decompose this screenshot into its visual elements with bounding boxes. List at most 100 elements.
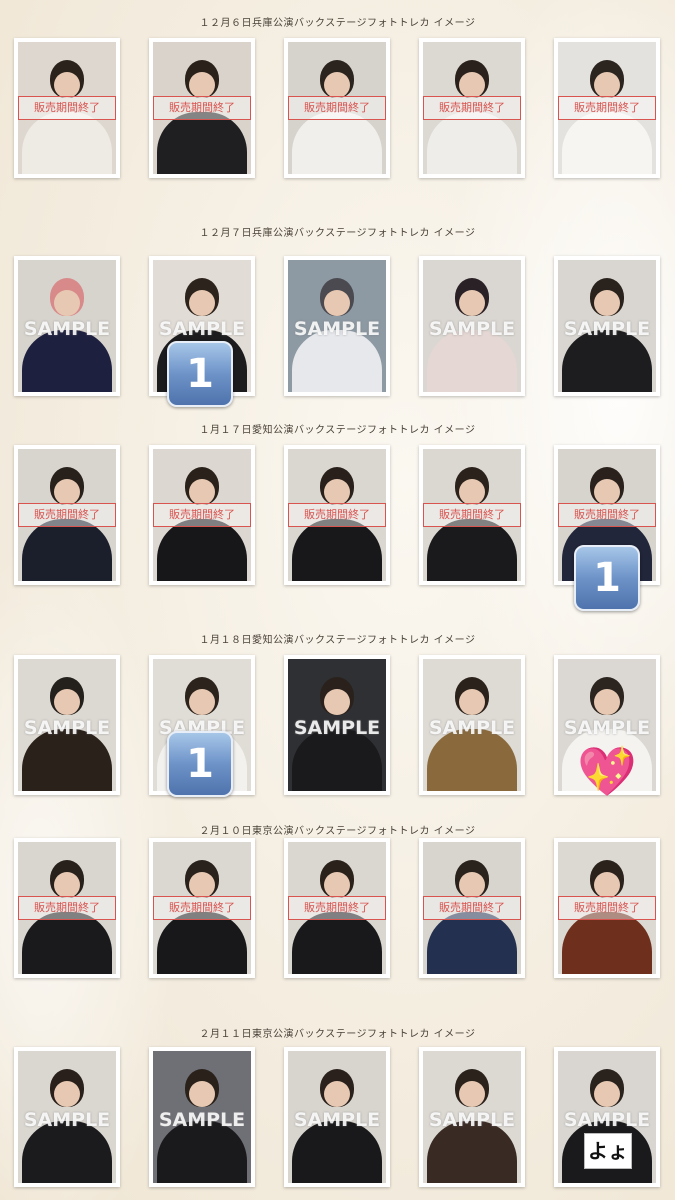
photo-card[interactable]: SAMPLE	[419, 655, 525, 795]
photo-card[interactable]: 販売期間終了	[284, 38, 390, 178]
sold-out-stamp: 販売期間終了	[18, 503, 116, 527]
person-face	[594, 689, 620, 715]
section-title: ２月１０日東京公演バックステージフォトトレカ イメージ	[199, 826, 476, 837]
person-face	[594, 72, 620, 98]
sold-out-stamp: 販売期間終了	[153, 896, 251, 920]
sold-out-stamp: 販売期間終了	[558, 503, 656, 527]
person-face	[189, 689, 215, 715]
person-face	[459, 1081, 485, 1107]
person-face	[594, 1081, 620, 1107]
keycap-one-emoji-icon: 1	[167, 731, 233, 797]
person-face	[594, 479, 620, 505]
section-title: １２月６日兵庫公演バックステージフォトトレカ イメージ	[199, 18, 476, 29]
sample-watermark: SAMPLE	[293, 717, 381, 739]
handwritten-sign: よょ	[584, 1133, 632, 1169]
person-body	[562, 112, 652, 174]
person-body	[157, 112, 247, 174]
person-body	[22, 519, 112, 581]
person-face	[594, 872, 620, 898]
person-face	[54, 290, 80, 316]
photo-card[interactable]: SAMPLE	[554, 256, 660, 396]
sold-out-stamp: 販売期間終了	[288, 503, 386, 527]
person-face	[54, 72, 80, 98]
person-face	[459, 290, 485, 316]
sample-watermark: SAMPLE	[23, 717, 111, 739]
section-title: １月１７日愛知公演バックステージフォトトレカ イメージ	[199, 425, 476, 436]
person-face	[189, 72, 215, 98]
sample-watermark: SAMPLE	[158, 318, 246, 340]
photo-card[interactable]: 販売期間終了	[554, 38, 660, 178]
sold-out-stamp: 販売期間終了	[153, 96, 251, 120]
sold-out-stamp: 販売期間終了	[18, 896, 116, 920]
person-face	[459, 689, 485, 715]
sold-out-stamp: 販売期間終了	[423, 896, 521, 920]
sample-watermark: SAMPLE	[563, 1109, 651, 1131]
photo-card[interactable]: SAMPLE	[149, 1047, 255, 1187]
person-face	[594, 290, 620, 316]
photo-card[interactable]: よょ SAMPLE	[554, 1047, 660, 1187]
person-face	[54, 689, 80, 715]
person-face	[189, 1081, 215, 1107]
sold-out-stamp: 販売期間終了	[558, 96, 656, 120]
person-face	[324, 1081, 350, 1107]
section-title: ２月１１日東京公演バックステージフォトトレカ イメージ	[199, 1029, 476, 1040]
photo-card[interactable]: 販売期間終了	[284, 445, 390, 585]
photo-card[interactable]: SAMPLE	[284, 655, 390, 795]
sold-out-stamp: 販売期間終了	[423, 96, 521, 120]
photo-card[interactable]: SAMPLE	[284, 256, 390, 396]
photo-card[interactable]: 販売期間終了	[14, 445, 120, 585]
sold-out-stamp: 販売期間終了	[18, 96, 116, 120]
person-body	[22, 912, 112, 974]
person-face	[324, 479, 350, 505]
sparkling-heart-icon: 💖	[577, 744, 637, 800]
photo-card[interactable]: SAMPLE	[14, 256, 120, 396]
section-title: １２月７日兵庫公演バックステージフォトトレカ イメージ	[199, 228, 476, 239]
sold-out-stamp: 販売期間終了	[288, 896, 386, 920]
person-body	[157, 519, 247, 581]
person-face	[54, 479, 80, 505]
photo-card[interactable]: SAMPLE	[14, 655, 120, 795]
photo-card[interactable]: 販売期間終了	[149, 445, 255, 585]
person-body	[562, 912, 652, 974]
photo-card[interactable]: 販売期間終了	[419, 38, 525, 178]
keycap-one-emoji-icon: 1	[167, 341, 233, 407]
photo-card[interactable]: SAMPLE	[419, 256, 525, 396]
section-title: １月１８日愛知公演バックステージフォトトレカ イメージ	[199, 635, 476, 646]
sample-watermark: SAMPLE	[428, 318, 516, 340]
person-body	[427, 519, 517, 581]
sample-watermark: SAMPLE	[563, 318, 651, 340]
sample-watermark: SAMPLE	[23, 1109, 111, 1131]
sample-watermark: SAMPLE	[158, 1109, 246, 1131]
photo-card[interactable]: 販売期間終了	[419, 445, 525, 585]
photo-card[interactable]: 販売期間終了	[554, 838, 660, 978]
person-face	[324, 290, 350, 316]
photo-card[interactable]: 販売期間終了	[284, 838, 390, 978]
person-face	[324, 872, 350, 898]
person-body	[292, 519, 382, 581]
keycap-one-emoji-icon: 1	[574, 545, 640, 611]
person-body	[157, 912, 247, 974]
photo-card[interactable]: 販売期間終了	[419, 838, 525, 978]
photo-card[interactable]: 販売期間終了	[149, 838, 255, 978]
person-face	[324, 72, 350, 98]
sample-watermark: SAMPLE	[563, 717, 651, 739]
person-face	[189, 479, 215, 505]
sample-watermark: SAMPLE	[293, 1109, 381, 1131]
sold-out-stamp: 販売期間終了	[153, 503, 251, 527]
photo-card[interactable]: 販売期間終了	[14, 38, 120, 178]
person-body	[427, 112, 517, 174]
photo-card[interactable]: SAMPLE	[284, 1047, 390, 1187]
sample-watermark: SAMPLE	[428, 717, 516, 739]
sample-watermark: SAMPLE	[23, 318, 111, 340]
photo-card[interactable]: SAMPLE	[419, 1047, 525, 1187]
photo-card[interactable]: SAMPLE	[14, 1047, 120, 1187]
person-face	[189, 872, 215, 898]
photo-card[interactable]: 販売期間終了	[149, 38, 255, 178]
person-face	[459, 872, 485, 898]
person-body	[292, 112, 382, 174]
person-face	[54, 872, 80, 898]
photo-card[interactable]: 販売期間終了	[14, 838, 120, 978]
sample-watermark: SAMPLE	[428, 1109, 516, 1131]
sold-out-stamp: 販売期間終了	[288, 96, 386, 120]
person-body	[427, 912, 517, 974]
